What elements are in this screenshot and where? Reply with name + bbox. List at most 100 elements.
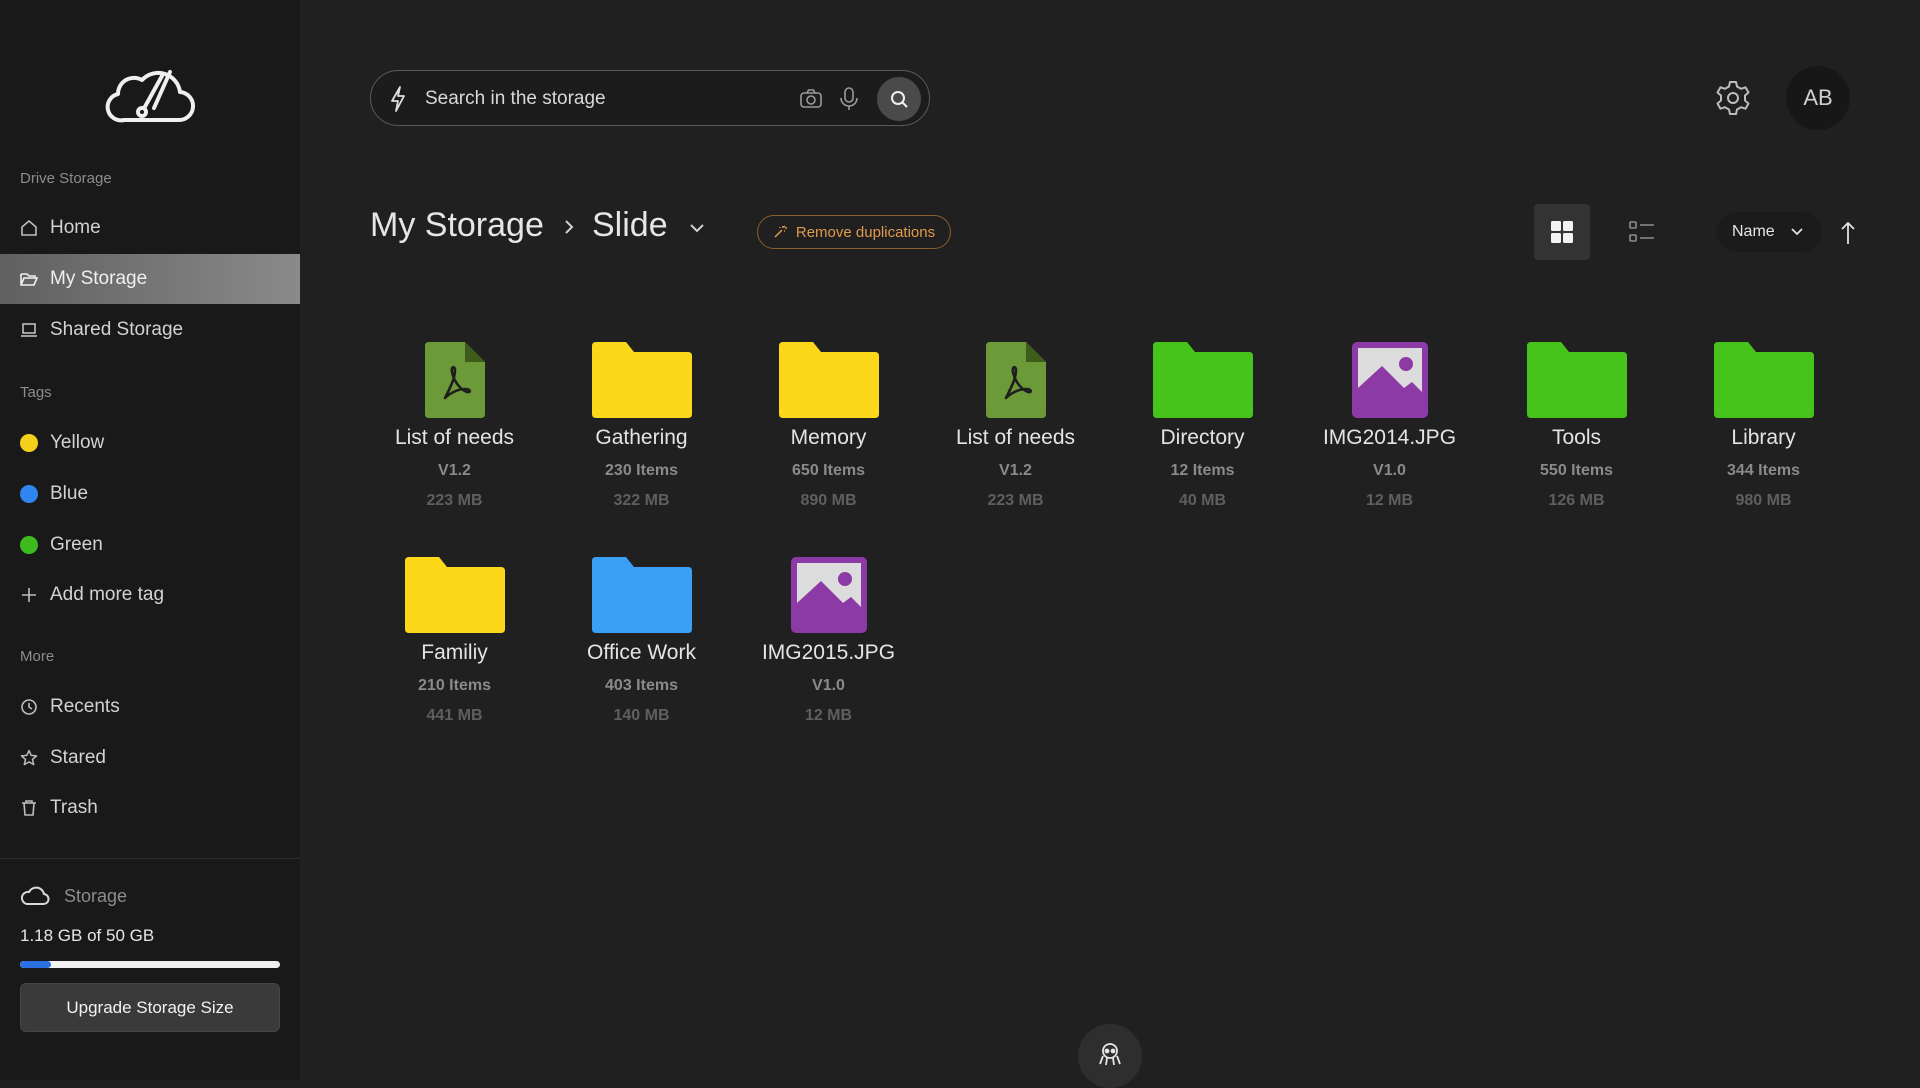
- file-meta-primary: V1.0: [812, 677, 845, 694]
- file-icon: [1109, 330, 1296, 418]
- list-view-button[interactable]: [1614, 204, 1670, 260]
- tag-dot-green: [20, 536, 38, 554]
- file-meta-size: 140 MB: [613, 707, 670, 724]
- file-icon: [922, 330, 1109, 418]
- section-label-more: More: [20, 648, 55, 665]
- file-meta-primary: 403 Items: [605, 677, 678, 694]
- search-button[interactable]: [877, 77, 921, 121]
- file-meta-primary: 344 Items: [1727, 462, 1800, 479]
- cloud-logo-icon: [105, 70, 196, 123]
- magic-wand-icon: [774, 225, 787, 238]
- avatar[interactable]: AB: [1786, 66, 1850, 130]
- search-icon: [891, 91, 908, 108]
- sidebar-item-label: Shared Storage: [50, 319, 184, 340]
- gear-icon[interactable]: [1714, 79, 1752, 117]
- add-tag-button[interactable]: Add more tag: [0, 570, 300, 620]
- sidebar-item-recents[interactable]: Recents: [0, 682, 300, 732]
- sidebar-item-label: Blue: [50, 483, 89, 504]
- trash-icon: [20, 799, 38, 817]
- file-meta-primary: V1.0: [1373, 462, 1406, 479]
- file-meta-primary: V1.2: [999, 462, 1032, 479]
- file-meta-size: 223 MB: [987, 492, 1044, 509]
- file-icon: [1483, 330, 1670, 418]
- sort-label: Name: [1732, 223, 1775, 240]
- file-item[interactable]: Library 344 Items 980 MB: [1670, 330, 1857, 510]
- sidebar-item-my-storage[interactable]: My Storage: [0, 254, 300, 304]
- file-icon: [1296, 330, 1483, 418]
- file-icon: [361, 545, 548, 633]
- section-label-drive-storage: Drive Storage: [20, 170, 112, 187]
- file-item[interactable]: List of needs V1.2 223 MB: [361, 330, 548, 510]
- storage-header: Storage: [20, 884, 127, 908]
- sort-dropdown[interactable]: Name: [1716, 212, 1822, 252]
- clock-icon: [20, 698, 38, 716]
- assistant-button[interactable]: [1078, 1024, 1142, 1088]
- file-icon: [1670, 330, 1857, 418]
- star-icon: [20, 749, 38, 767]
- storage-progress-bar: [20, 961, 280, 968]
- sidebar-item-stared[interactable]: Stared: [0, 733, 300, 783]
- file-name: Memory: [790, 426, 867, 449]
- sidebar-tag-yellow[interactable]: Yellow: [0, 418, 300, 468]
- file-item[interactable]: IMG2015.JPG V1.0 12 MB: [735, 545, 922, 725]
- robot-icon: [1099, 1043, 1121, 1066]
- sidebar-item-label: Home: [50, 217, 101, 238]
- file-item[interactable]: Office Work 403 Items 140 MB: [548, 545, 735, 725]
- file-meta-size: 980 MB: [1735, 492, 1792, 509]
- chevron-down-icon[interactable]: [688, 222, 706, 234]
- folder-icon: [778, 342, 879, 418]
- arrow-up-icon[interactable]: [1838, 220, 1858, 246]
- file-name: List of needs: [394, 426, 515, 449]
- microphone-icon[interactable]: [839, 86, 859, 112]
- home-icon: [20, 219, 38, 237]
- sidebar-item-label: My Storage: [50, 268, 148, 289]
- file-icon: [735, 545, 922, 633]
- sidebar-item-label: Green: [50, 534, 103, 555]
- file-meta-size: 12 MB: [1365, 492, 1414, 509]
- lightning-icon: [391, 86, 405, 112]
- file-item[interactable]: IMG2014.JPG V1.0 12 MB: [1296, 330, 1483, 510]
- sidebar-tag-blue[interactable]: Blue: [0, 469, 300, 519]
- storage-label: Storage: [64, 885, 128, 906]
- file-item[interactable]: Familiy 210 Items 441 MB: [361, 545, 548, 725]
- file-name: Directory: [1160, 426, 1245, 449]
- camera-icon[interactable]: [799, 87, 823, 111]
- sidebar-item-shared-storage[interactable]: Shared Storage: [0, 305, 300, 355]
- storage-usage-text: 1.18 GB of 50 GB: [20, 926, 155, 945]
- sidebar-item-trash[interactable]: Trash: [0, 783, 300, 833]
- file-name: IMG2015.JPG: [761, 641, 896, 664]
- file-item[interactable]: Gathering 230 Items 322 MB: [548, 330, 735, 510]
- folder-icon: [1152, 342, 1253, 418]
- folder-icon: [404, 557, 505, 633]
- grid-view-button[interactable]: [1534, 204, 1590, 260]
- file-item[interactable]: Tools 550 Items 126 MB: [1483, 330, 1670, 510]
- remove-duplications-button[interactable]: Remove duplications: [757, 215, 951, 249]
- upgrade-storage-button[interactable]: Upgrade Storage Size: [20, 983, 280, 1032]
- remove-duplications-label: Remove duplications: [795, 223, 936, 241]
- sidebar-item-home[interactable]: Home: [0, 203, 300, 253]
- file-item[interactable]: Directory 12 Items 40 MB: [1109, 330, 1296, 510]
- chevron-right-icon: [565, 220, 574, 234]
- folder-icon: [1526, 342, 1627, 418]
- folder-icon: [591, 557, 692, 633]
- file-meta-size: 40 MB: [1178, 492, 1227, 509]
- file-meta-primary: 210 Items: [418, 677, 491, 694]
- chevron-down-icon: [1791, 228, 1803, 236]
- file-item[interactable]: List of needs V1.2 223 MB: [922, 330, 1109, 510]
- file-meta-size: 441 MB: [426, 707, 483, 724]
- search-input[interactable]: [425, 81, 755, 117]
- file-item[interactable]: Memory 650 Items 890 MB: [735, 330, 922, 510]
- sidebar: Drive Storage Home My Storage Shared Sto…: [0, 0, 300, 1080]
- file-meta-primary: V1.2: [438, 462, 471, 479]
- sidebar-item-label: Yellow: [50, 432, 105, 453]
- folder-icon: [591, 342, 692, 418]
- file-meta-size: 223 MB: [426, 492, 483, 509]
- breadcrumb-root[interactable]: My Storage: [370, 206, 544, 245]
- tag-dot-blue: [20, 485, 38, 503]
- sidebar-tag-green[interactable]: Green: [0, 520, 300, 570]
- search-bar[interactable]: [370, 70, 930, 126]
- file-meta-primary: 550 Items: [1540, 462, 1613, 479]
- file-name: Library: [1731, 426, 1796, 449]
- laptop-icon: [20, 321, 38, 339]
- tag-dot-yellow: [20, 434, 38, 452]
